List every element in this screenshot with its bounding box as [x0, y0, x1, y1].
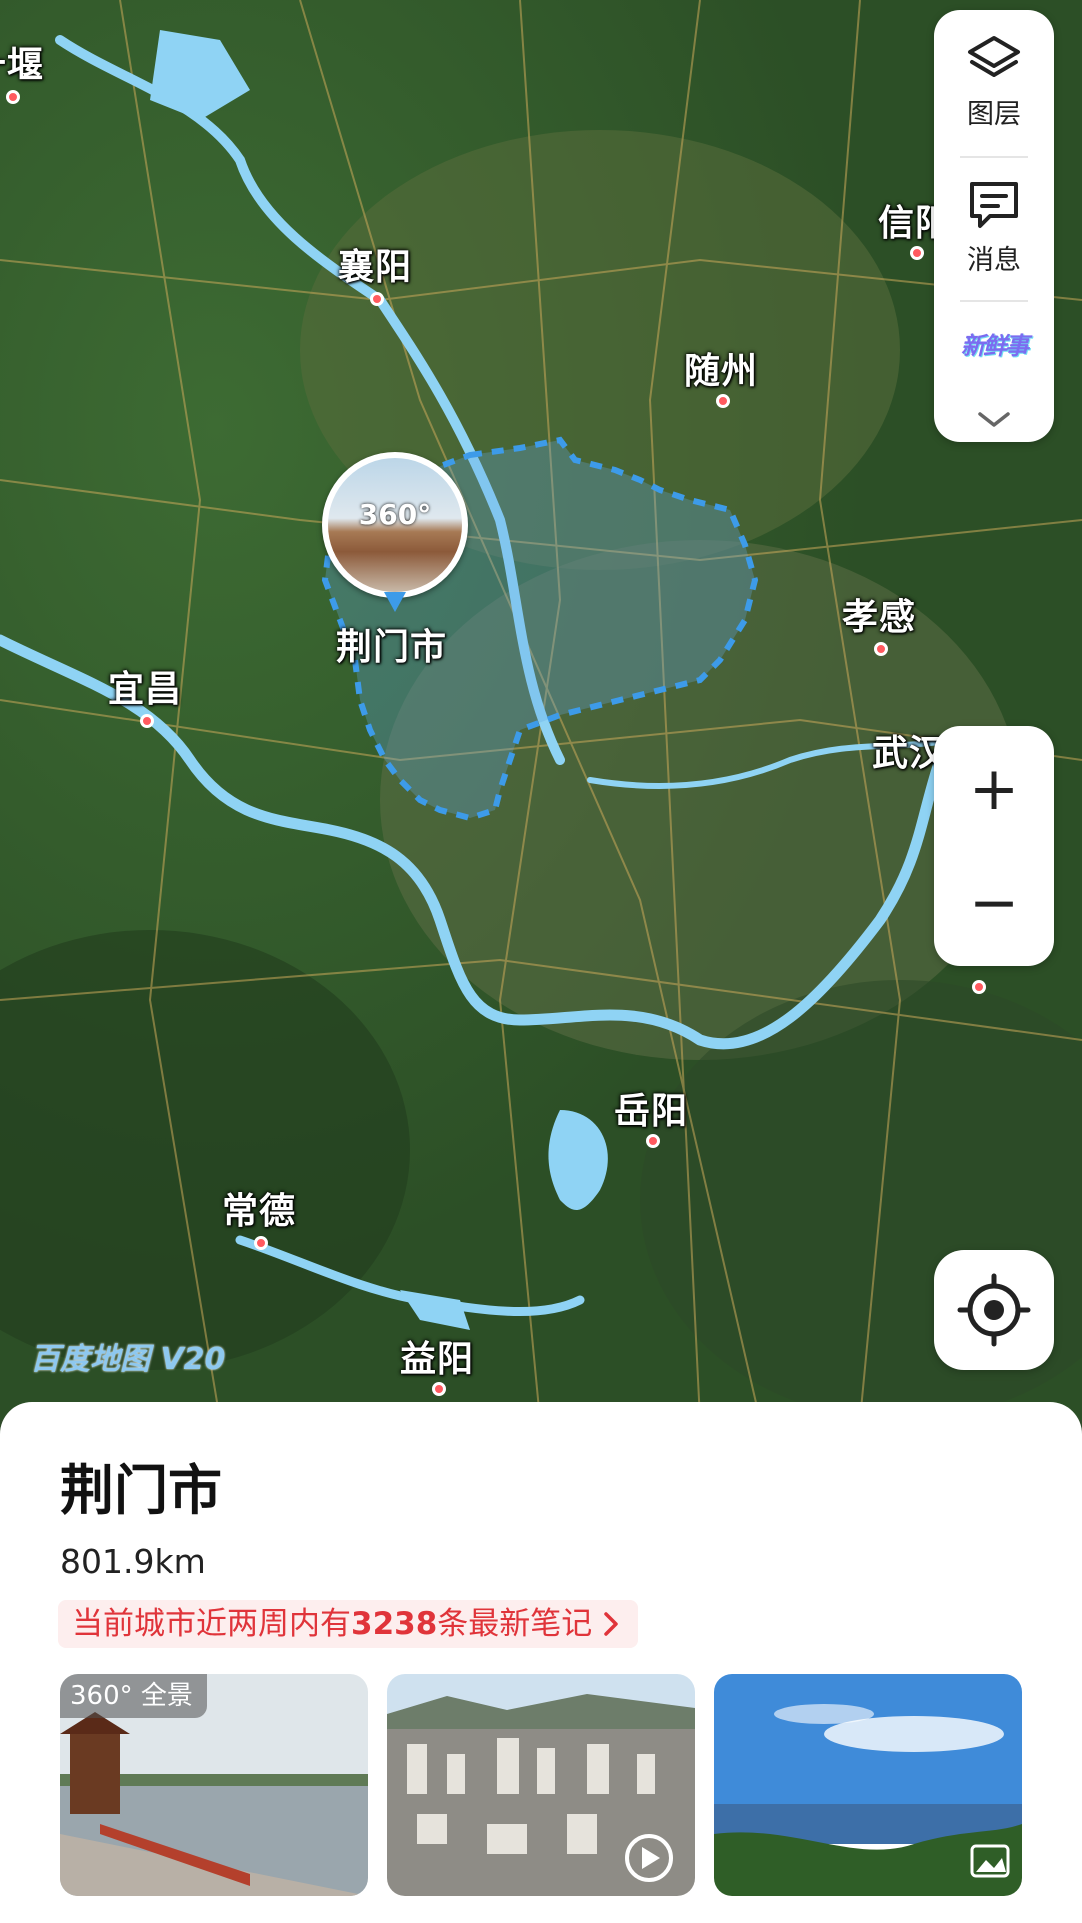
city-label-yichang[interactable]: 宜昌 — [108, 660, 182, 712]
city-aerial-image — [387, 1674, 695, 1896]
messages-button[interactable]: 消息 — [934, 178, 1054, 277]
highlight-city-label[interactable]: 荆门市 — [336, 618, 447, 670]
lake-landscape-photo[interactable] — [714, 1674, 1022, 1896]
zoom-out-button[interactable]: − — [934, 858, 1054, 948]
notes-suffix: 条最新笔记 — [437, 1606, 593, 1642]
notes-banner[interactable]: 当前城市近两周内有 3238 条最新笔记 — [58, 1600, 639, 1648]
city-dot — [972, 980, 986, 994]
city-dot — [432, 1382, 446, 1396]
distance-text: 801.9km — [60, 1542, 206, 1581]
city-label-xiaogan[interactable]: 孝感 — [842, 588, 916, 640]
city-label-yiyang[interactable]: 益阳 — [400, 1330, 474, 1382]
layers-button[interactable]: 图层 — [934, 32, 1054, 131]
city-label-xiangyang[interactable]: 襄阳 — [338, 238, 412, 290]
city-dot — [874, 642, 888, 656]
locate-button[interactable] — [934, 1250, 1054, 1370]
panorama-pin[interactable]: 360° — [322, 452, 468, 622]
layers-icon — [968, 36, 1020, 77]
satellite-map[interactable]: 360° 荆门市 十堰 襄阳 信阳 随州 孝感 宜昌 武汉 岳阳 常德 益阳 百… — [0, 0, 1082, 1420]
zoom-control: + − — [934, 726, 1054, 966]
notes-prefix: 当前城市近两周内有 — [72, 1606, 351, 1642]
map-watermark: 百度地图 V20 — [30, 1342, 226, 1377]
place-detail-sheet[interactable]: 荆门市 801.9km 当前城市近两周内有 3238 条最新笔记 360° 全景 — [0, 1402, 1082, 1923]
divider — [960, 300, 1028, 302]
city-dot — [716, 394, 730, 408]
divider — [960, 156, 1028, 158]
city-dot — [254, 1236, 268, 1250]
messages-label: 消息 — [967, 245, 1021, 276]
place-title: 荆门市 — [60, 1459, 222, 1522]
panorama-photo[interactable]: 360° 全景 — [60, 1674, 368, 1896]
chevron-right-icon — [604, 1612, 619, 1636]
city-label-changde[interactable]: 常德 — [222, 1182, 296, 1234]
city-label-shiyan[interactable]: 十堰 — [0, 36, 44, 88]
pano-badge: 360° 全景 — [60, 1674, 207, 1718]
lake-landscape-image — [714, 1674, 1022, 1896]
city-dot — [646, 1134, 660, 1148]
city-label-yueyang[interactable]: 岳阳 — [614, 1082, 688, 1134]
city-dot — [370, 292, 384, 306]
message-icon — [970, 182, 1018, 228]
city-dot — [6, 90, 20, 104]
city-dot — [140, 714, 154, 728]
city-label-suizhou[interactable]: 随州 — [684, 342, 758, 394]
news-label: 新鲜事 — [961, 332, 1029, 360]
notes-count: 3238 — [351, 1606, 438, 1642]
panorama-360-badge: 360° — [358, 498, 432, 531]
chevron-down-icon[interactable] — [974, 408, 1014, 430]
zoom-in-button[interactable]: + — [934, 744, 1054, 834]
news-button[interactable]: 新鲜事 — [934, 326, 1054, 361]
locate-icon — [957, 1273, 1031, 1347]
city-aerial-video[interactable] — [387, 1674, 695, 1896]
map-toolbar: 图层 消息 新鲜事 — [934, 10, 1054, 442]
city-dot — [910, 246, 924, 260]
layers-label: 图层 — [967, 99, 1021, 130]
